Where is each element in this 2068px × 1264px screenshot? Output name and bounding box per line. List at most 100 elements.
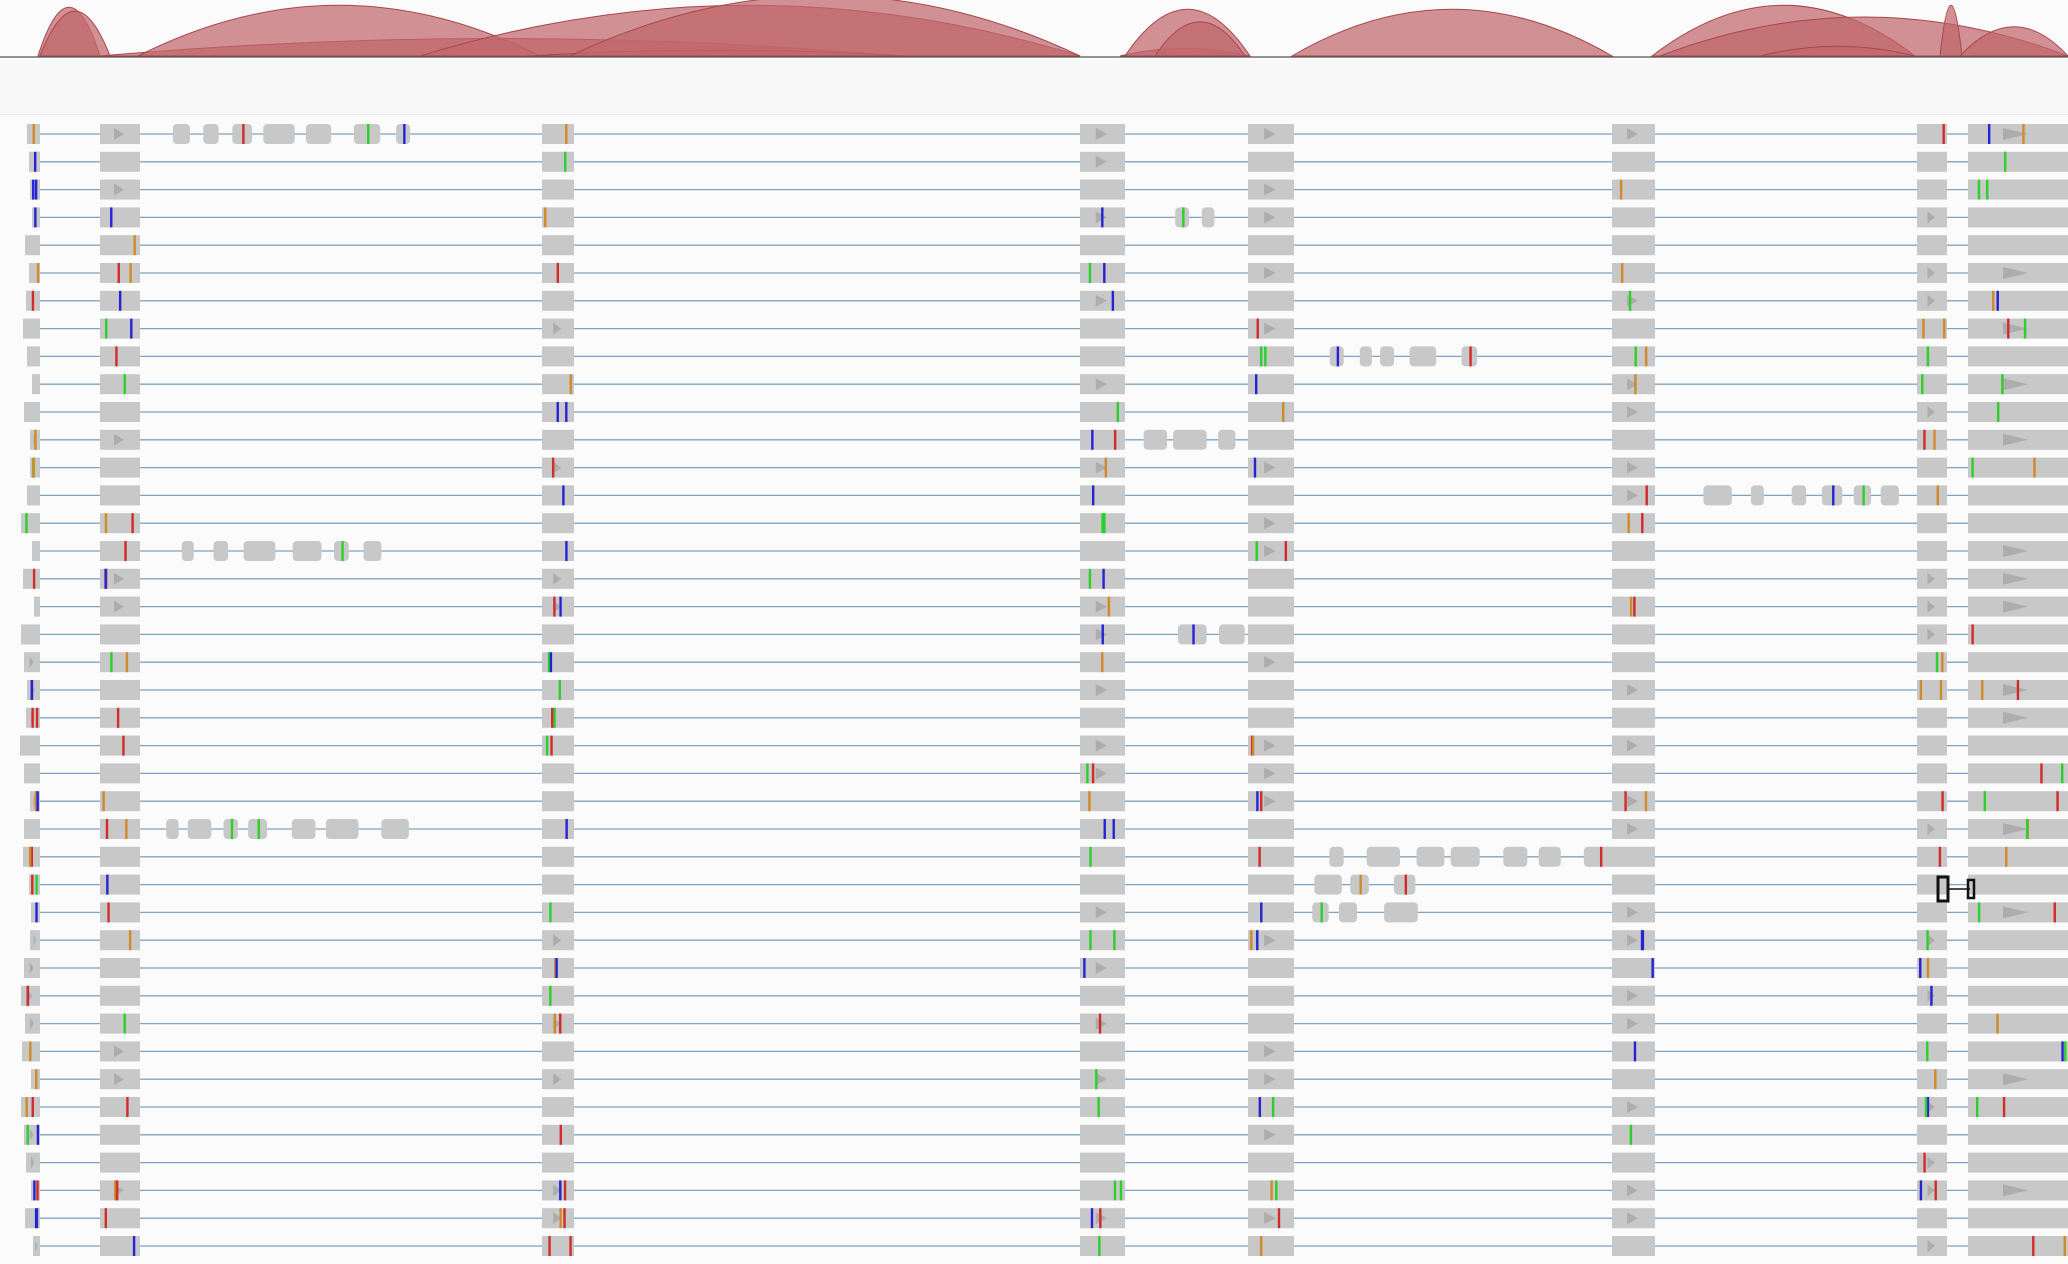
mismatch-base <box>1996 1013 1999 1034</box>
aligned-read[interactable] <box>26 707 2068 728</box>
exon-block <box>1917 151 1947 172</box>
aligned-read[interactable] <box>23 846 2068 867</box>
aligned-read[interactable] <box>32 207 2068 228</box>
aligned-read[interactable] <box>30 457 2068 478</box>
mismatch-base <box>1101 624 1104 645</box>
exon-block <box>1612 958 1655 978</box>
mismatch-base <box>1101 207 1104 228</box>
mismatch-base <box>548 1236 551 1256</box>
aligned-read[interactable] <box>27 346 2068 367</box>
aligned-read[interactable] <box>26 290 2068 311</box>
mismatch-base <box>1936 485 1939 506</box>
aligned-read[interactable] <box>24 652 2068 673</box>
aligned-read[interactable] <box>23 318 2068 339</box>
exon-block <box>21 624 40 645</box>
aligned-read[interactable] <box>33 1236 2068 1256</box>
aligned-read[interactable] <box>31 1069 2068 1090</box>
aligned-read[interactable] <box>21 624 2068 645</box>
mismatch-base <box>33 151 37 172</box>
aligned-read[interactable] <box>32 541 2068 561</box>
mismatch-base <box>1277 1208 1281 1229</box>
exon-block <box>100 374 140 395</box>
exon-block <box>542 513 574 534</box>
aligned-read[interactable] <box>24 819 2068 839</box>
mismatch-base <box>115 1180 119 1201</box>
aligned-read[interactable] <box>30 930 2068 951</box>
mismatch-base <box>32 124 35 144</box>
mismatch-base <box>33 1180 36 1201</box>
mismatch-base <box>30 680 33 700</box>
mismatch-base <box>1086 763 1089 784</box>
exon-block <box>100 207 140 228</box>
aligned-read[interactable] <box>27 485 2068 506</box>
mismatch-base <box>1275 1180 1278 1201</box>
mismatch-base <box>2053 902 2056 923</box>
aligned-read[interactable] <box>21 985 2068 1006</box>
exon-block <box>1917 1041 1947 1062</box>
aligned-read[interactable] <box>27 124 2068 144</box>
exon-block <box>100 791 140 812</box>
exon-block <box>1080 1124 1125 1145</box>
mismatch-base <box>1107 596 1111 617</box>
mismatch-base <box>2001 374 2004 395</box>
mismatch-base <box>1270 1180 1273 1201</box>
exon-block <box>1612 707 1655 728</box>
exon-block <box>1248 1097 1294 1117</box>
aligned-read[interactable] <box>32 374 2068 395</box>
exon-block <box>1612 513 1655 534</box>
junction-arc[interactable] <box>1939 4 1963 57</box>
exon-block <box>1080 1152 1125 1173</box>
junction-arc[interactable] <box>569 0 1081 57</box>
mismatch-base <box>1629 1124 1633 1145</box>
junction-arc[interactable] <box>39 10 111 57</box>
aligned-read[interactable] <box>21 1097 2068 1117</box>
aligned-read[interactable] <box>26 1152 2068 1173</box>
mismatch-base <box>1987 124 1991 144</box>
aligned-read[interactable] <box>24 402 2068 422</box>
aligned-read[interactable] <box>24 1124 2068 1145</box>
aligned-read[interactable] <box>25 1013 2068 1034</box>
aligned-read[interactable] <box>30 429 2068 450</box>
mismatch-base <box>2022 124 2025 144</box>
exon-block <box>1080 1236 1125 1256</box>
exon-block <box>1080 485 1125 506</box>
read-alignment-track[interactable] <box>0 114 2068 1264</box>
alignment-viewer[interactable] <box>0 0 2068 1264</box>
mismatch-base <box>1923 1152 1926 1173</box>
mismatch-base <box>565 402 568 422</box>
aligned-read[interactable] <box>31 902 2068 923</box>
aligned-read[interactable] <box>29 874 2068 895</box>
mismatch-base <box>1258 1097 1262 1117</box>
aligned-read[interactable] <box>29 263 2068 283</box>
aligned-read[interactable] <box>31 1180 2068 1201</box>
aligned-read[interactable] <box>30 179 2068 200</box>
mismatch-base <box>553 1013 556 1034</box>
exon-block <box>1968 1152 2068 1173</box>
aligned-read[interactable] <box>20 735 2068 756</box>
junction-arc[interactable] <box>1290 8 1614 57</box>
mismatch-base <box>1919 680 1923 700</box>
aligned-read[interactable] <box>34 596 2068 617</box>
aligned-read[interactable] <box>29 151 2068 172</box>
aligned-read[interactable] <box>25 1208 2068 1229</box>
mismatch-base <box>116 707 120 728</box>
mismatch-base <box>129 263 132 283</box>
exon-block <box>100 1013 140 1034</box>
aligned-read[interactable] <box>22 1041 2068 1062</box>
aligned-read[interactable] <box>27 680 2068 700</box>
aligned-read[interactable] <box>25 235 2068 256</box>
exon-block <box>542 624 574 645</box>
aligned-read[interactable] <box>21 513 2068 534</box>
mismatch-base <box>1977 902 1981 923</box>
fragment-block <box>1143 429 1168 450</box>
aligned-read[interactable] <box>24 763 2068 784</box>
exon-block <box>23 568 40 589</box>
splice-junction-track[interactable] <box>0 0 2068 60</box>
mismatch-base <box>1941 652 1944 673</box>
exon-block <box>1968 457 2068 478</box>
aligned-read[interactable] <box>24 958 2068 978</box>
exon-block <box>100 652 140 673</box>
aligned-read[interactable] <box>23 568 2068 589</box>
mismatch-base <box>2056 791 2059 812</box>
aligned-read[interactable] <box>30 791 2068 812</box>
